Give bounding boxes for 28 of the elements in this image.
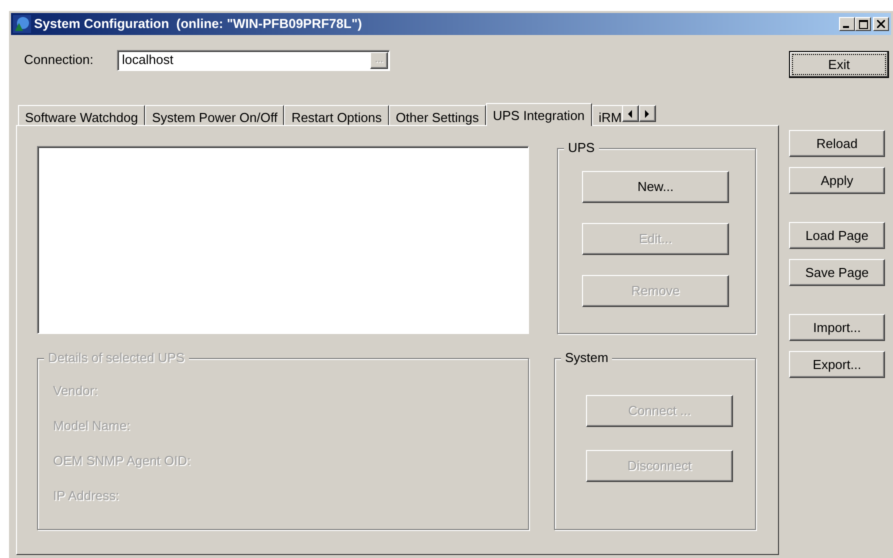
connection-label: Connection: [24,51,94,70]
tab[interactable]: UPS Integration [486,103,592,126]
tab[interactable]: Other Settings [388,105,486,125]
side-button[interactable]: Reload [789,130,885,157]
tab[interactable]: Restart Options [284,105,389,125]
tab-scroll-right-button[interactable] [638,105,656,122]
side-button[interactable]: Import... [789,314,885,341]
close-button[interactable] [873,17,889,31]
maximize-icon [858,20,868,28]
connection-field[interactable]: localhost ... [117,50,390,70]
tab[interactable]: iRM [592,105,622,125]
side-button[interactable]: Apply [789,167,885,194]
maximize-button[interactable] [855,17,871,31]
left-arrow-icon [627,108,634,118]
side-button[interactable]: Exit [789,51,889,78]
tab-scroll-left-button[interactable] [622,105,639,122]
app-icon [13,15,31,33]
group-button[interactable]: New... [582,171,729,203]
side-button[interactable]: Load Page [789,222,885,249]
tab[interactable]: Software Watchdog [18,105,145,125]
window-title: System Configuration (online: "WIN-PFB09PRF78L") [34,15,362,34]
side-button[interactable]: Export... [789,351,885,378]
group-title: System [561,350,612,366]
right-arrow-icon [644,108,650,118]
minimize-button[interactable] [839,17,855,31]
close-icon [877,20,885,28]
tab[interactable]: System Power On/Off [144,105,284,125]
side-button[interactable]: Save Page [789,259,885,286]
